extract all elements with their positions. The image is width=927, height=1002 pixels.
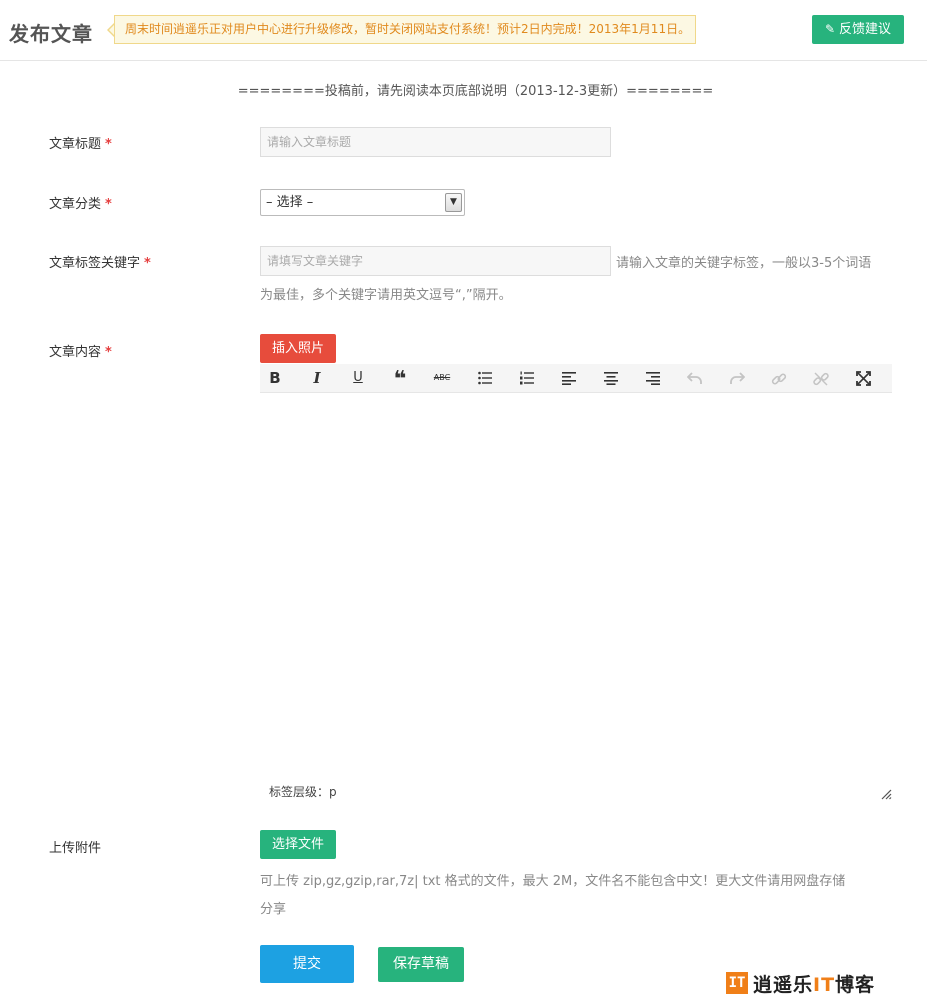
content-editor[interactable] (260, 393, 892, 803)
category-select[interactable]: – 选择 – ▼ (260, 189, 465, 216)
page-title: 发布文章 (9, 22, 93, 46)
page-header: 发布文章 周末时间逍遥乐正对用户中心进行升级修改，暂时关闭网站支付系统！预计2日… (0, 0, 927, 61)
watermark-logo: IT (726, 972, 748, 994)
title-input[interactable] (260, 127, 611, 157)
insert-photo-button[interactable]: 插入照片 (260, 334, 336, 363)
link-icon[interactable] (764, 367, 794, 389)
keywords-hint: 请输入文章的关键字标签，一般以3-5个词语 (616, 256, 872, 271)
keywords-label: 文章标签关键字 * (49, 256, 151, 271)
attachment-hint: 可上传 zip,gz,gzip,rar,7z| txt 格式的文件，最大 2M，… (260, 874, 846, 889)
align-center-icon[interactable] (596, 367, 626, 389)
save-draft-button[interactable]: 保存草稿 (378, 947, 464, 982)
resize-handle-icon[interactable] (880, 788, 892, 800)
bullet-list-icon[interactable] (470, 367, 500, 389)
keywords-hint-continued: 为最佳，多个关键字请用英文逗号“,”隔开。 (260, 288, 512, 303)
category-label: 文章分类 * (49, 197, 112, 212)
required-mark: * (105, 345, 112, 360)
italic-icon[interactable]: I (302, 367, 332, 389)
content-label: 文章内容 * (49, 345, 112, 360)
required-mark: * (105, 197, 112, 212)
pencil-icon: ✎ (824, 22, 836, 36)
category-select-value: – 选择 – (266, 195, 314, 210)
bold-icon[interactable]: B (260, 367, 290, 389)
title-label: 文章标题 * (49, 137, 112, 152)
fullscreen-icon[interactable] (848, 367, 878, 389)
blockquote-icon[interactable]: ❝ (385, 367, 415, 392)
chevron-down-icon: ▼ (445, 193, 462, 212)
align-right-icon[interactable] (638, 367, 668, 389)
maintenance-notice: 周末时间逍遥乐正对用户中心进行升级修改，暂时关闭网站支付系统！预计2日内完成！2… (114, 15, 696, 44)
attachment-hint-continued: 分享 (260, 902, 287, 917)
unlink-icon[interactable] (806, 367, 836, 389)
keywords-input[interactable] (260, 246, 611, 276)
numbered-list-icon[interactable] (512, 367, 542, 389)
feedback-button[interactable]: ✎ 反馈建议 (812, 15, 904, 44)
required-mark: * (105, 137, 112, 152)
intro-notice: ========投稿前，请先阅读本页底部说明（2013-12-3更新）=====… (237, 84, 714, 99)
strikethrough-icon[interactable]: ABC (427, 367, 457, 389)
feedback-button-label: 反馈建议 (839, 22, 892, 37)
align-left-icon[interactable] (554, 367, 584, 389)
choose-file-button[interactable]: 选择文件 (260, 830, 336, 859)
underline-icon[interactable]: U (343, 367, 373, 389)
submit-button[interactable]: 提交 (260, 945, 354, 983)
editor-tag-path: 标签层级：p (269, 785, 337, 799)
required-mark: * (144, 256, 151, 271)
watermark-text: 逍遥乐IT博客 (753, 973, 876, 996)
site-watermark: IT 逍遥乐IT博客 (726, 968, 875, 998)
undo-icon[interactable] (680, 367, 710, 389)
editor-toolbar: B I U ❝ ABC (260, 364, 892, 393)
attachment-label: 上传附件 (49, 841, 102, 856)
redo-icon[interactable] (722, 367, 752, 389)
